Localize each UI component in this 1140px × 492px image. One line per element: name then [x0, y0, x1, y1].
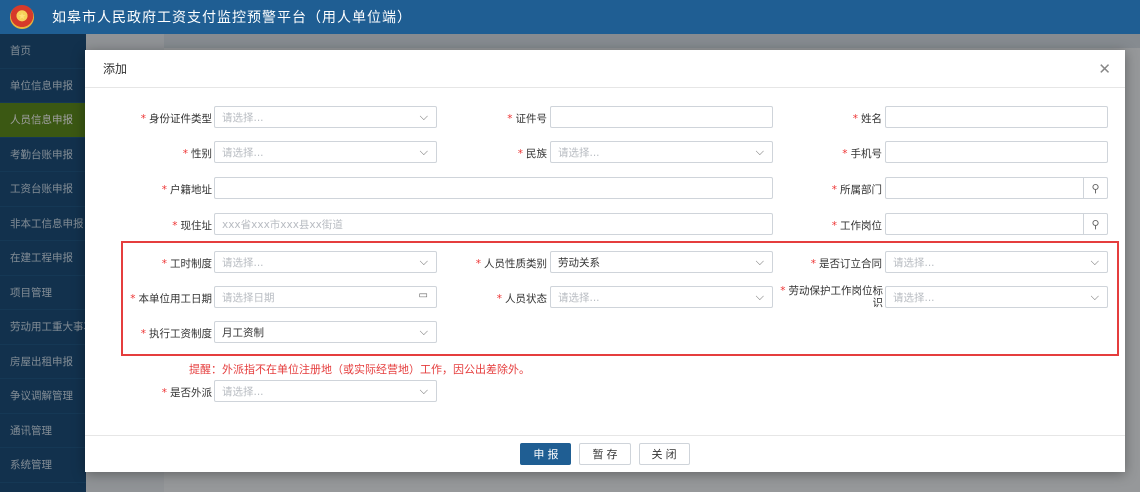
employment-date-picker[interactable]: 请选择日期 ▭ — [214, 286, 437, 308]
id-type-label: * 身份证件类型 — [140, 113, 212, 125]
chevron-down-icon: ⌵ — [755, 290, 764, 303]
chevron-down-icon: ⌵ — [419, 255, 428, 268]
is-dispatched-label: * 是否外派 — [161, 387, 212, 399]
chevron-down-icon: ⌵ — [755, 145, 764, 158]
labor-protection-job-select[interactable]: 请选择... ⌵ — [885, 286, 1108, 308]
submit-button[interactable]: 申 报 — [520, 443, 572, 465]
wage-system-select[interactable]: 月工资制 ⌵ — [214, 321, 437, 343]
household-address-input[interactable] — [214, 177, 773, 199]
personnel-status-label: * 人员状态 — [496, 293, 547, 305]
close-icon[interactable]: ✕ — [1098, 60, 1111, 78]
current-address-input[interactable]: xxx省xxx市xxx县xx街道 — [214, 213, 773, 235]
is-dispatched-select[interactable]: 请选择... ⌵ — [214, 380, 437, 402]
job-position-label: * 工作岗位 — [831, 220, 882, 232]
search-icon[interactable]: ⚲ — [1083, 177, 1107, 199]
phone-label: * 手机号 — [842, 148, 882, 160]
personnel-type-label: * 人员性质类别 — [475, 258, 547, 270]
chevron-down-icon: ⌵ — [755, 255, 764, 268]
search-icon[interactable]: ⚲ — [1083, 213, 1107, 235]
top-header: ★ 如皋市人民政府工资支付监控预警平台（用人单位端） — [0, 0, 1140, 34]
app-title: 如皋市人民政府工资支付监控预警平台（用人单位端） — [52, 10, 412, 26]
chevron-down-icon: ⌵ — [1090, 290, 1099, 303]
phone-input[interactable] — [885, 141, 1108, 163]
calendar-icon: ▭ — [418, 290, 428, 301]
name-label: * 姓名 — [852, 113, 882, 125]
employment-date-label: * 本单位用工日期 — [130, 293, 212, 305]
id-type-select[interactable]: 请选择... ⌵ — [214, 106, 437, 128]
chevron-down-icon: ⌵ — [1090, 255, 1099, 268]
save-draft-button[interactable]: 暂 存 — [579, 443, 631, 465]
personnel-status-select[interactable]: 请选择... ⌵ — [550, 286, 773, 308]
work-hour-system-select[interactable]: 请选择... ⌵ — [214, 251, 437, 273]
dispatch-notice: 提醒：外派指不在单位注册地（或实际经营地）工作，因公出差除外。 — [189, 363, 530, 376]
close-button[interactable]: 关 闭 — [638, 443, 690, 465]
household-address-label: * 户籍地址 — [161, 184, 212, 196]
signed-contract-label: * 是否订立合同 — [810, 258, 882, 270]
department-input[interactable]: ⚲ — [885, 177, 1108, 199]
work-hour-system-label: * 工时制度 — [161, 258, 212, 270]
id-number-label: * 证件号 — [507, 113, 547, 125]
chevron-down-icon: ⌵ — [419, 145, 428, 158]
department-label: * 所属部门 — [831, 184, 882, 196]
signed-contract-select[interactable]: 请选择... ⌵ — [885, 251, 1108, 273]
ethnicity-label: * 民族 — [517, 148, 547, 160]
dialog-header: 添加 ✕ — [85, 50, 1125, 88]
add-personnel-dialog: 添加 ✕ * 身份证件类型 请选择... ⌵ * 证件号 * 姓名 * 性别 请选择...… — [85, 50, 1125, 472]
personnel-form: * 身份证件类型 请选择... ⌵ * 证件号 * 姓名 * 性别 请选择... ⌵ * 民族… — [85, 89, 1125, 434]
chevron-down-icon: ⌵ — [419, 384, 428, 397]
chevron-down-icon: ⌵ — [419, 325, 428, 338]
current-address-label: * 现住址 — [172, 220, 212, 232]
dialog-footer: 申 报 暂 存 关 闭 — [85, 435, 1125, 472]
labor-protection-job-label: * 劳动保护工作岗位标识 — [780, 285, 883, 309]
national-emblem-icon: ★ — [10, 5, 34, 29]
ethnicity-select[interactable]: 请选择... ⌵ — [550, 141, 773, 163]
job-position-input[interactable]: ⚲ — [885, 213, 1108, 235]
personnel-type-select[interactable]: 劳动关系 ⌵ — [550, 251, 773, 273]
gender-label: * 性别 — [182, 148, 212, 160]
gender-select[interactable]: 请选择... ⌵ — [214, 141, 437, 163]
id-number-input[interactable] — [550, 106, 773, 128]
name-input[interactable] — [885, 106, 1108, 128]
wage-system-label: * 执行工资制度 — [140, 328, 212, 340]
chevron-down-icon: ⌵ — [419, 110, 428, 123]
dialog-title: 添加 — [103, 62, 128, 76]
